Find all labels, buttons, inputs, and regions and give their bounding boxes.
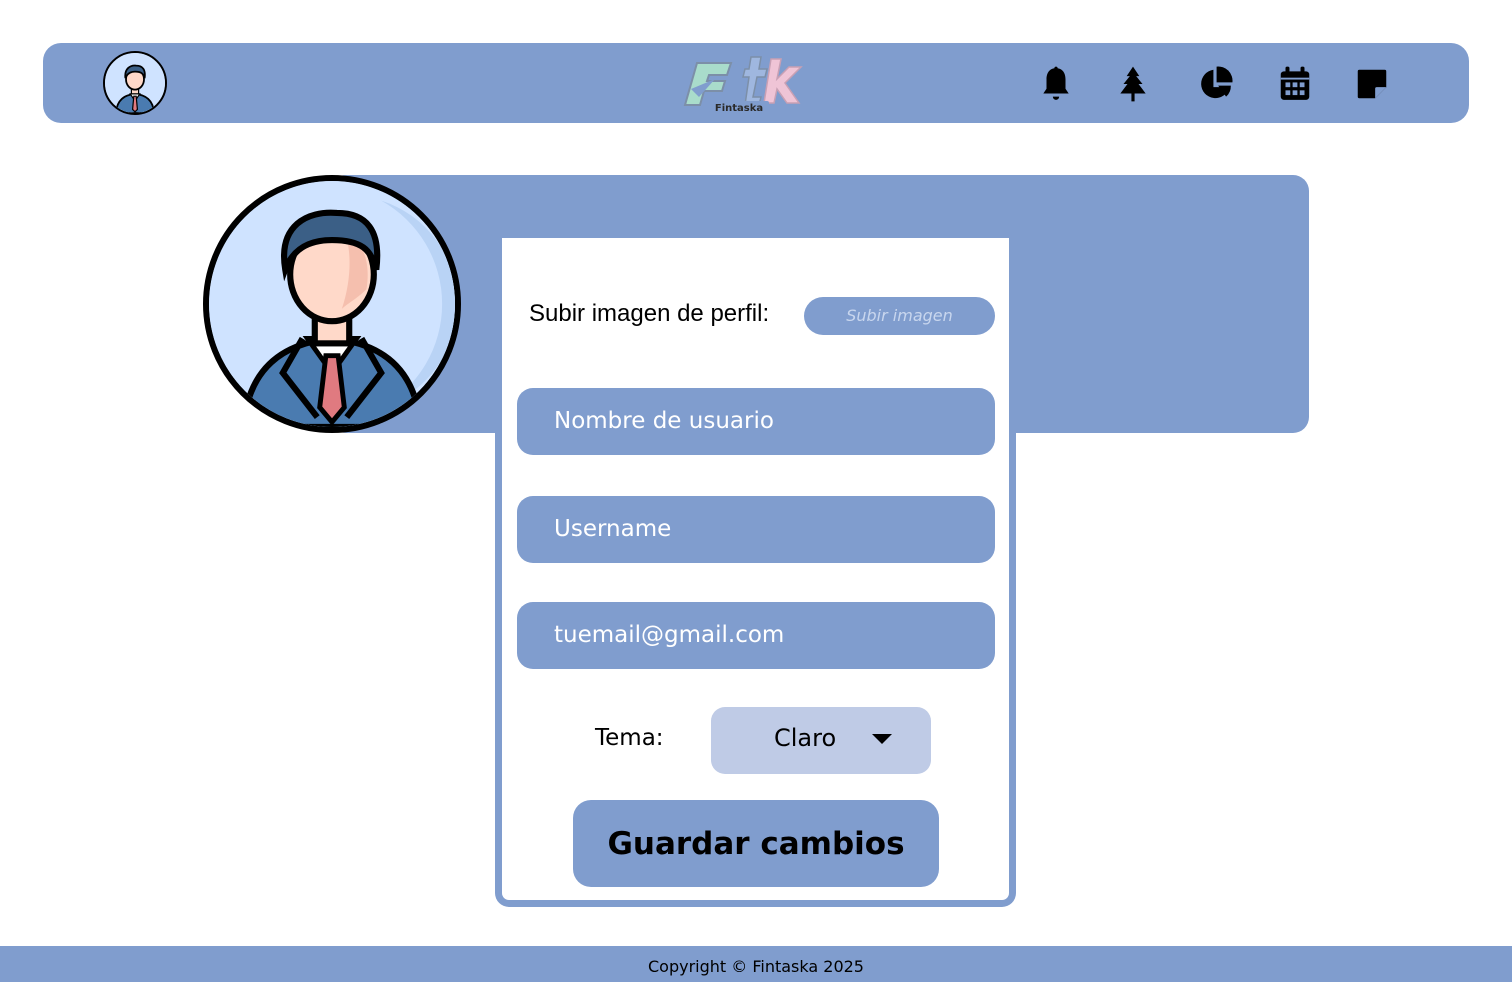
- bell-icon[interactable]: [1037, 65, 1075, 103]
- upload-image-button[interactable]: Subir imagen: [804, 297, 995, 335]
- user-avatar-button[interactable]: [103, 51, 167, 115]
- copyright-text: Copyright © Fintaska 2025: [648, 957, 864, 976]
- fintaska-logo[interactable]: Fintaska: [675, 49, 803, 117]
- save-button[interactable]: Guardar cambios: [573, 800, 939, 887]
- profile-form-card-top: [502, 245, 1009, 265]
- theme-selected-value: Claro: [774, 724, 837, 752]
- username-field[interactable]: [517, 496, 995, 563]
- user-avatar-icon: [105, 53, 165, 113]
- pie-chart-icon[interactable]: [1196, 65, 1234, 103]
- theme-select[interactable]: Claro: [711, 707, 931, 774]
- user-avatar-icon: [209, 181, 455, 427]
- logo-subtext: Fintaska: [715, 103, 763, 114]
- theme-label: Tema:: [595, 725, 664, 751]
- sticky-note-icon[interactable]: [1353, 65, 1391, 103]
- email-field[interactable]: [517, 602, 995, 669]
- top-header: Fintaska: [43, 43, 1469, 123]
- upload-image-label: Subir imagen de perfil:: [529, 300, 770, 327]
- chevron-down-icon: [872, 734, 892, 744]
- calendar-icon[interactable]: [1276, 65, 1314, 103]
- profile-picture: [203, 175, 461, 433]
- tree-icon[interactable]: [1114, 65, 1152, 103]
- footer: Copyright © Fintaska 2025: [0, 946, 1512, 982]
- name-field[interactable]: [517, 388, 995, 455]
